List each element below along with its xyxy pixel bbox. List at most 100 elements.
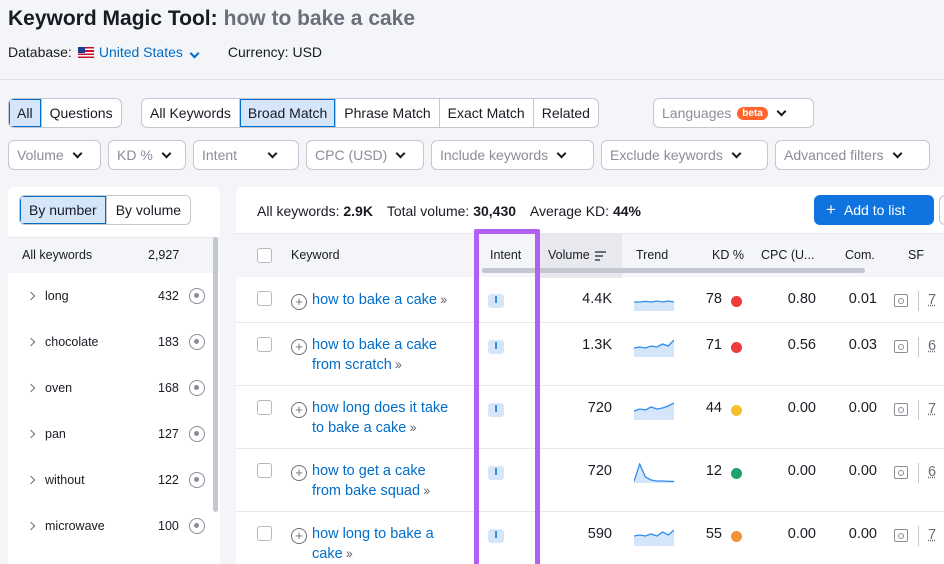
serp-features-icon[interactable] <box>894 294 908 307</box>
kd-difficulty-dot <box>731 405 742 416</box>
chevron-right-icon <box>26 429 36 439</box>
languages-dropdown[interactable]: Languages beta <box>653 98 814 128</box>
col-sf[interactable]: SF <box>908 248 924 262</box>
tab-phrase-match[interactable]: Phrase Match <box>336 99 440 127</box>
chevron-down-icon <box>267 148 278 158</box>
chevron-down-icon <box>72 148 83 158</box>
sort-desc-icon <box>594 251 606 261</box>
keywords-summary: All keywords: 2.9K Total volume: 30,430 … <box>257 203 641 219</box>
filter-kd[interactable]: KD % <box>108 140 186 170</box>
group-item[interactable]: pan 127 <box>8 413 213 459</box>
row-checkbox[interactable] <box>257 337 272 352</box>
serp-features-count[interactable]: 7 <box>928 401 936 417</box>
page-header: Keyword Magic Tool: how to bake a cake Da… <box>0 0 944 80</box>
serp-features-icon[interactable] <box>894 403 908 416</box>
cpc-value: 0.00 <box>787 463 816 479</box>
chevron-right-icon <box>26 521 36 531</box>
add-circle-icon[interactable]: + <box>291 294 307 310</box>
filter-include-keywords[interactable]: Include keywords <box>431 140 594 170</box>
serp-features-icon[interactable] <box>894 529 908 542</box>
add-circle-icon[interactable]: + <box>291 402 307 418</box>
group-item[interactable]: microwave 100 <box>8 505 213 551</box>
keyword-link[interactable]: + how to get a cake from bake squad ›› <box>291 462 430 500</box>
more-actions-button[interactable] <box>939 195 944 225</box>
all-keywords-row[interactable]: All keywords 2,927 <box>8 237 220 273</box>
add-to-list-button[interactable]: + Add to list <box>814 195 934 225</box>
add-circle-icon[interactable]: + <box>291 528 307 544</box>
col-keyword[interactable]: Keyword <box>291 248 340 262</box>
serp-features-count[interactable]: 6 <box>928 338 936 354</box>
row-checkbox[interactable] <box>257 400 272 415</box>
tab-related[interactable]: Related <box>534 99 598 127</box>
group-item[interactable]: oven 168 <box>8 367 213 413</box>
tab-exact-match[interactable]: Exact Match <box>440 99 534 127</box>
filter-exclude-keywords[interactable]: Exclude keywords <box>601 140 768 170</box>
tab-all-keywords[interactable]: All Keywords <box>142 99 240 127</box>
chevron-down-icon <box>731 148 742 158</box>
keyword-link[interactable]: + how long to bake a cake ›› <box>291 525 434 563</box>
col-kd[interactable]: KD % <box>712 248 744 262</box>
row-checkbox[interactable] <box>257 526 272 541</box>
serp-features-count[interactable]: 6 <box>928 464 936 480</box>
keyword-link[interactable]: + how to bake a cake from scratch ›› <box>291 336 437 374</box>
cpc-value: 0.00 <box>787 400 816 416</box>
keyword-link[interactable]: + how long does it take to bake a cake ›› <box>291 399 448 437</box>
meta-row: Database: United States Currency: USD <box>8 44 323 60</box>
keyword-link[interactable]: + how to bake a cake ›› <box>291 290 447 310</box>
add-circle-icon[interactable]: + <box>291 465 307 481</box>
tab-all[interactable]: All <box>9 99 42 127</box>
eye-icon[interactable] <box>189 288 205 304</box>
serp-features-icon[interactable] <box>894 466 908 479</box>
serp-features-icon[interactable] <box>894 340 908 353</box>
tab-broad-match[interactable]: Broad Match <box>239 99 337 127</box>
double-chevron-icon[interactable]: ›› <box>409 419 416 435</box>
eye-icon[interactable] <box>189 518 205 534</box>
tab-by-volume[interactable]: By volume <box>106 196 191 224</box>
database-select[interactable]: United States <box>99 44 200 60</box>
table-row: + how long does it take to bake a cake ›› I 7… <box>236 386 944 449</box>
select-all-checkbox[interactable] <box>257 248 272 263</box>
tab-questions[interactable]: Questions <box>42 99 121 127</box>
volume-value: 720 <box>587 463 612 479</box>
double-chevron-icon[interactable]: ›› <box>423 482 430 498</box>
filter-cpc[interactable]: CPC (USD) <box>306 140 424 170</box>
double-chevron-icon[interactable]: ›› <box>346 545 353 561</box>
chevron-right-icon <box>26 337 36 347</box>
question-tabs: All Questions <box>8 98 122 128</box>
trend-sparkline <box>634 300 674 311</box>
eye-icon[interactable] <box>189 472 205 488</box>
serp-features-count[interactable]: 7 <box>928 292 936 308</box>
keyword-groups-panel: By number By volume All keywords 2,927 l… <box>8 187 220 564</box>
chevron-right-icon <box>26 383 36 393</box>
tab-by-number[interactable]: By number <box>20 196 107 224</box>
group-item[interactable]: long 432 <box>8 275 213 321</box>
row-checkbox[interactable] <box>257 463 272 478</box>
intent-badge: I <box>488 294 504 308</box>
eye-icon[interactable] <box>189 380 205 396</box>
col-cpc[interactable]: CPC (U... <box>761 248 814 262</box>
col-volume[interactable]: Volume <box>548 248 606 262</box>
divider <box>918 463 919 483</box>
col-trend[interactable]: Trend <box>636 248 668 262</box>
com-value: 0.03 <box>848 337 877 353</box>
col-com[interactable]: Com. <box>845 248 875 262</box>
row-checkbox[interactable] <box>257 291 272 306</box>
volume-value: 590 <box>587 526 612 542</box>
col-intent[interactable]: Intent <box>490 248 521 262</box>
filter-volume[interactable]: Volume <box>8 140 101 170</box>
eye-icon[interactable] <box>189 426 205 442</box>
group-item[interactable]: chocolate 183 <box>8 321 213 367</box>
table-row: + how to get a cake from bake squad ›› I 720 1… <box>236 449 944 512</box>
group-item[interactable]: without 122 <box>8 459 213 505</box>
serp-features-count[interactable]: 7 <box>928 527 936 543</box>
filter-advanced[interactable]: Advanced filters <box>775 140 930 170</box>
eye-icon[interactable] <box>189 334 205 350</box>
plus-icon: + <box>826 200 836 219</box>
groups-scrollbar[interactable] <box>213 237 218 512</box>
filter-intent[interactable]: Intent <box>193 140 299 170</box>
add-circle-icon[interactable]: + <box>291 339 307 355</box>
table-hscrollbar[interactable] <box>482 268 865 273</box>
double-chevron-icon[interactable]: ›› <box>395 356 402 372</box>
double-chevron-icon[interactable]: ›› <box>440 291 447 307</box>
kd-difficulty-dot <box>731 531 742 542</box>
